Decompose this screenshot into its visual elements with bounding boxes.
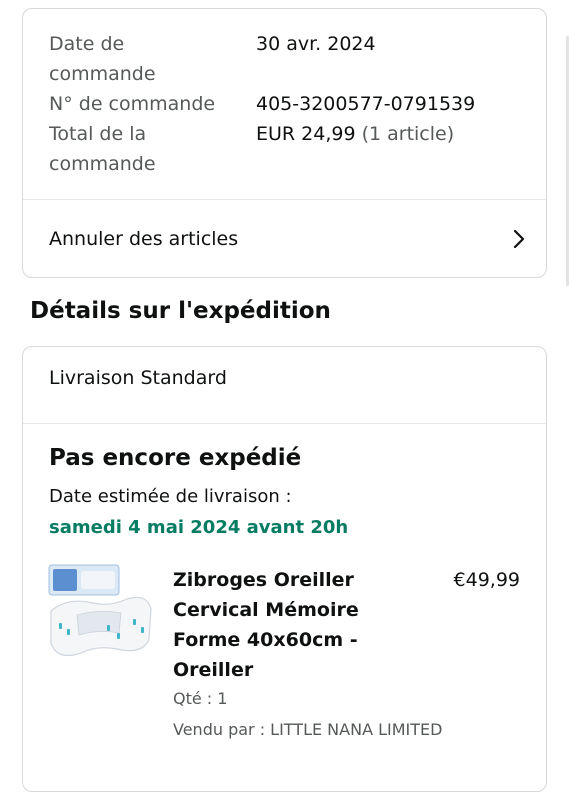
order-total-value: EUR 24,99 (1 article) bbox=[256, 119, 454, 179]
order-total-amount: EUR 24,99 bbox=[256, 123, 356, 145]
order-date-value: 30 avr. 2024 bbox=[256, 33, 376, 55]
order-date-label: Date de commande bbox=[49, 33, 156, 85]
shipping-section-title: Détails sur l'expédition bbox=[30, 298, 331, 324]
estimated-delivery-label: Date estimée de livraison : bbox=[49, 486, 292, 507]
divider bbox=[23, 423, 546, 424]
product-seller: Vendu par : LITTLE NANA LIMITED bbox=[173, 720, 443, 739]
order-summary-card: Date de commande 30 avr. 2024 N° de comm… bbox=[22, 8, 547, 278]
order-item-count: (1 article) bbox=[355, 123, 455, 145]
order-total-label: Total de la commande bbox=[49, 123, 156, 175]
product-title-link[interactable]: Zibroges Oreiller Cervical Mémoire Forme… bbox=[173, 565, 383, 685]
shipment-status: Pas encore expédié bbox=[49, 445, 302, 471]
chevron-right-icon bbox=[513, 229, 525, 248]
product-price: €49,99 bbox=[453, 569, 520, 591]
order-date-row: Date de commande 30 avr. 2024 bbox=[49, 29, 526, 89]
product-quantity: Qté : 1 bbox=[173, 689, 228, 708]
order-total-row: Total de la commande EUR 24,99 (1 articl… bbox=[49, 119, 526, 179]
order-number-label: N° de commande bbox=[49, 93, 216, 115]
shipment-card: Livraison Standard Pas encore expédié Da… bbox=[22, 346, 547, 792]
cancel-items-button[interactable]: Annuler des articles bbox=[23, 200, 546, 277]
order-info-grid: Date de commande 30 avr. 2024 N° de comm… bbox=[49, 29, 526, 179]
shipping-method: Livraison Standard bbox=[49, 367, 227, 389]
order-number-row: N° de commande 405-3200577-0791539 bbox=[49, 89, 526, 119]
estimated-delivery-date: samedi 4 mai 2024 avant 20h bbox=[49, 517, 349, 538]
order-number-value: 405-3200577-0791539 bbox=[256, 93, 476, 115]
cancel-items-label: Annuler des articles bbox=[49, 227, 239, 250]
pillow-product-image[interactable] bbox=[47, 563, 153, 663]
